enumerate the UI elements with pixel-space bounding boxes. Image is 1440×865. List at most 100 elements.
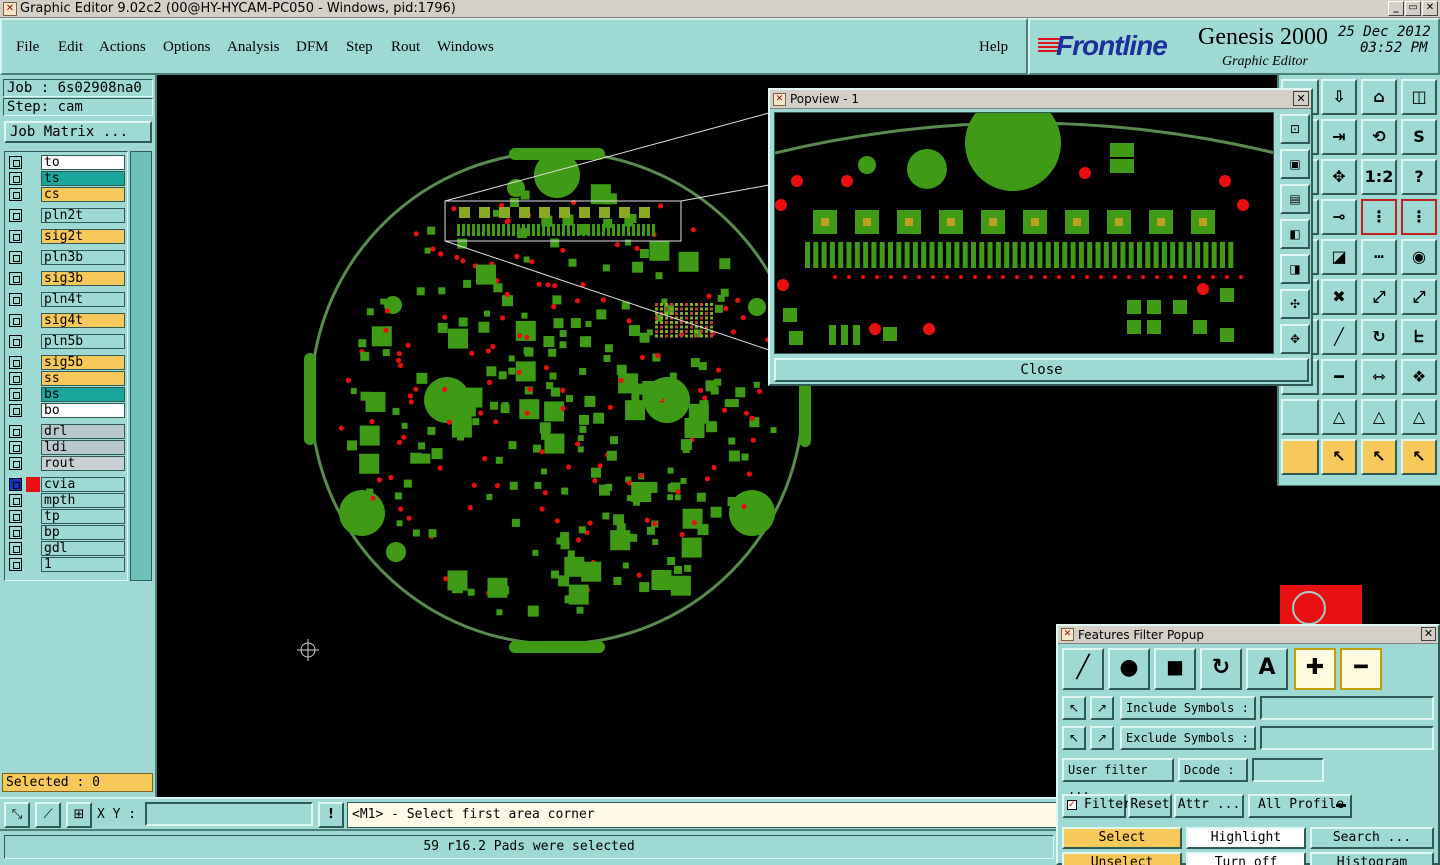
layer-checkbox[interactable] (9, 542, 22, 555)
layer-row[interactable]: to (7, 155, 125, 170)
layer-row[interactable]: tp (7, 509, 125, 524)
layer-name[interactable]: ts (41, 171, 125, 186)
move-icon[interactable]: ⇿ (1361, 359, 1397, 395)
layer-checkbox[interactable] (9, 425, 22, 438)
layer-row[interactable]: pln5b (7, 334, 125, 349)
layer-name[interactable]: bp (41, 525, 125, 540)
layer-row[interactable]: pln3b (7, 250, 125, 265)
menu-file[interactable]: File (16, 39, 39, 56)
layer-checkbox[interactable] (9, 156, 22, 169)
layer-checkbox[interactable] (9, 494, 22, 507)
menu-help[interactable]: Help (979, 39, 1008, 56)
triangle2-icon[interactable]: △ (1361, 399, 1397, 435)
negative-polarity-icon[interactable]: ━ (1340, 648, 1382, 690)
draw-line-icon[interactable]: ╱ (1321, 319, 1357, 355)
layer-checkbox[interactable] (9, 314, 22, 327)
side-tool-icon[interactable] (1281, 399, 1319, 435)
layer-checkbox[interactable] (9, 172, 22, 185)
pan-right-icon[interactable]: ◨ (1280, 254, 1310, 284)
layer-checkbox[interactable] (9, 558, 22, 571)
layer-row[interactable]: pln2t (7, 208, 125, 223)
layer-scrollbar[interactable] (130, 151, 152, 581)
group-icon[interactable]: ❖ (1401, 359, 1437, 395)
reset-button[interactable]: Reset (1128, 794, 1172, 818)
user-filter-button[interactable]: User filter ... (1062, 758, 1174, 797)
grid-icon[interactable]: ⊞ (66, 802, 92, 828)
layer-row[interactable]: sig5b (7, 355, 125, 370)
layer-name[interactable]: sig2t (41, 229, 125, 244)
pointer-icon[interactable]: ↖ (1321, 439, 1357, 475)
xy-input[interactable] (145, 802, 313, 826)
exclude-list-icon[interactable]: ↗ (1090, 726, 1114, 750)
exclude-symbols-input[interactable] (1260, 726, 1434, 750)
layer-name[interactable]: 1 (41, 557, 125, 572)
layer-checkbox[interactable] (9, 510, 22, 523)
layer-name[interactable]: ldi (41, 440, 125, 455)
include-symbols-input[interactable] (1260, 696, 1434, 720)
positive-polarity-icon[interactable]: ✚ (1294, 648, 1336, 690)
popview-canvas[interactable] (774, 112, 1274, 354)
layer-name[interactable]: mpth (41, 493, 125, 508)
layer-checkbox[interactable] (9, 251, 22, 264)
layer-name[interactable]: sig5b (41, 355, 125, 370)
pointer-frame-icon[interactable]: ↖ (1361, 439, 1397, 475)
filter-check-icon[interactable]: ✓ (1067, 800, 1077, 810)
menu-actions[interactable]: Actions (99, 39, 146, 56)
download-icon[interactable]: ⇩ (1321, 79, 1357, 115)
alert-icon[interactable]: ! (318, 802, 344, 828)
layer-row[interactable]: pln4t (7, 292, 125, 307)
layer-row[interactable]: sig4t (7, 313, 125, 328)
net-icon[interactable]: ⋮ (1361, 199, 1397, 235)
layer-name[interactable]: rout (41, 456, 125, 471)
pan-icon[interactable]: ✥ (1321, 159, 1357, 195)
layer-row[interactable]: drl (7, 424, 125, 439)
layer-name[interactable]: bs (41, 387, 125, 402)
popview-zoom-view[interactable] (775, 113, 1274, 354)
layer-row[interactable]: ts (7, 171, 125, 186)
measure-line-icon[interactable]: ◪ (1321, 239, 1357, 275)
layer-checkbox[interactable] (9, 372, 22, 385)
layer-name[interactable]: cvia (41, 477, 125, 492)
include-pick-icon[interactable]: ↖ (1062, 696, 1086, 720)
menu-step[interactable]: Step (346, 39, 373, 56)
window-icon[interactable]: ◫ (1401, 79, 1437, 115)
filter-close-icon[interactable]: ✕ (1421, 627, 1436, 641)
layer-checkbox[interactable] (9, 293, 22, 306)
layer-name[interactable]: sig4t (41, 313, 125, 328)
menu-analysis[interactable]: Analysis (227, 39, 280, 56)
exclude-pick-icon[interactable]: ↖ (1062, 726, 1086, 750)
zoom-area-icon[interactable]: ⤡ (4, 802, 30, 828)
job-matrix-button[interactable]: Job Matrix ... (4, 121, 152, 143)
restore-button[interactable]: ▭ (1405, 1, 1421, 16)
target-icon[interactable]: ◉ (1401, 239, 1437, 275)
layer-row[interactable]: bo (7, 403, 125, 418)
pan-left-icon[interactable]: ◧ (1280, 219, 1310, 249)
layer-checkbox[interactable] (9, 457, 22, 470)
layer-row[interactable]: ldi (7, 440, 125, 455)
layer-row[interactable]: sig3b (7, 271, 125, 286)
help-icon[interactable]: ? (1401, 159, 1437, 195)
triangle3-icon[interactable]: △ (1401, 399, 1437, 435)
popview-close-icon[interactable]: ✕ (1293, 91, 1309, 106)
histogram-button[interactable]: Histogram (1310, 852, 1434, 865)
layer-row[interactable]: mpth (7, 493, 125, 508)
divider-icon[interactable]: ━ (1321, 359, 1357, 395)
layer-name[interactable]: tp (41, 509, 125, 524)
dcode-input[interactable] (1252, 758, 1324, 782)
ruler-icon[interactable]: ┅ (1361, 239, 1397, 275)
zoom-fit-icon[interactable]: ⊡ (1280, 114, 1310, 144)
layer-row[interactable]: bs (7, 387, 125, 402)
search-button[interactable]: Search ... (1310, 827, 1434, 849)
pick-icon[interactable] (1281, 439, 1319, 475)
home-icon[interactable]: ⌂ (1361, 79, 1397, 115)
close-button[interactable]: ✕ (1422, 1, 1438, 16)
triangle-icon[interactable]: △ (1321, 399, 1357, 435)
layer-checkbox[interactable] (9, 209, 22, 222)
layer-name[interactable]: pln2t (41, 208, 125, 223)
layer-name[interactable]: ss (41, 371, 125, 386)
layer-name[interactable]: bo (41, 403, 125, 418)
text-feature-icon[interactable]: A (1246, 648, 1288, 690)
layer-row[interactable]: cvia (7, 477, 125, 492)
unselect-button[interactable]: Unselect (1062, 852, 1182, 865)
rotate-icon[interactable]: ⟲ (1361, 119, 1397, 155)
